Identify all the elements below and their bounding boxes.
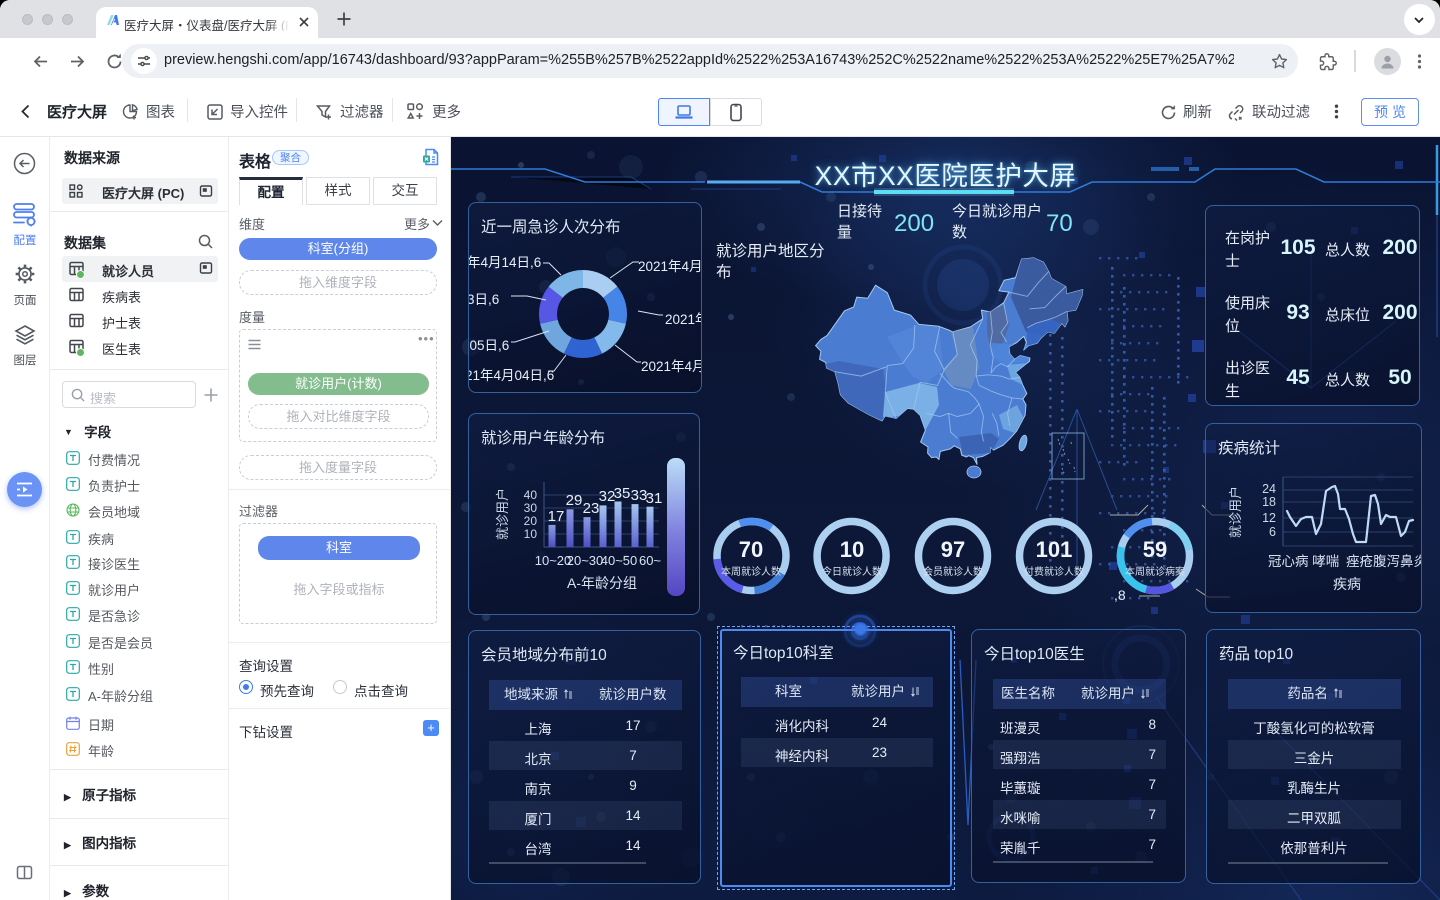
svg-text:疾病: 疾病 [1333,576,1361,592]
svg-text:冠心病 哮喘: 冠心病 哮喘 [1268,553,1339,569]
svg-text:就诊用户: 就诊用户 [1228,486,1243,538]
svg-text:痤疮腹泻鼻炎: 痤疮腹泻鼻炎 [1346,553,1422,569]
svg-text:12: 12 [1262,511,1276,525]
svg-text:6: 6 [1269,525,1276,539]
svg-text:24: 24 [1262,482,1276,496]
svg-text:18: 18 [1262,495,1276,509]
